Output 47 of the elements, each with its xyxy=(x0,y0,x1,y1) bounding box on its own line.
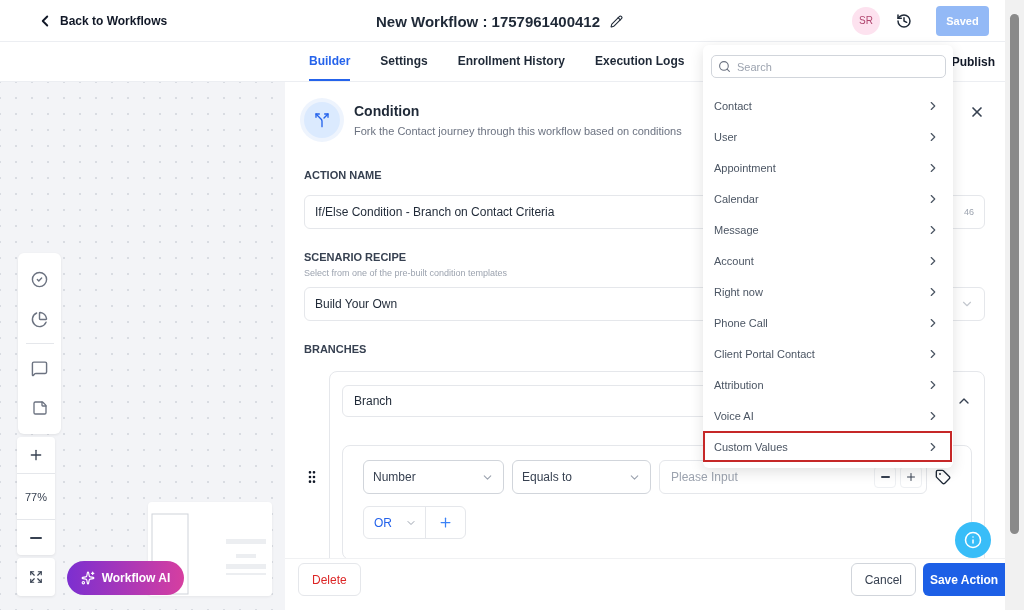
menu-item[interactable]: User xyxy=(703,121,952,152)
scrollbar[interactable] xyxy=(1005,0,1024,610)
fullscreen-button[interactable] xyxy=(17,558,55,596)
delete-button[interactable]: Delete xyxy=(298,563,361,596)
publish-label[interactable]: Publish xyxy=(951,54,995,69)
tab[interactable]: Enrollment History xyxy=(457,42,566,81)
field-label: ACTION NAME xyxy=(304,169,382,181)
tag-icon[interactable] xyxy=(935,469,951,485)
panel-title: Condition xyxy=(354,103,420,119)
panel-subtitle: Fork the Contact journey through this workflow based on conditions xyxy=(354,125,682,137)
workflow-ai-button[interactable]: Workflow AI xyxy=(67,561,184,595)
comment-icon[interactable] xyxy=(31,359,48,377)
workflow-title: New Workflow : 1757961400412 xyxy=(376,12,600,30)
plus-icon xyxy=(438,515,453,530)
sparkles-icon xyxy=(80,571,95,585)
avatar: SR xyxy=(852,6,880,35)
field-label: SCENARIO RECIPE xyxy=(304,251,407,263)
save-button[interactable]: Save Action xyxy=(923,563,1005,596)
menu-item[interactable]: Account xyxy=(703,245,952,276)
decrement-button[interactable] xyxy=(874,466,896,488)
minus-icon xyxy=(880,476,890,478)
tab[interactable]: Execution Logs xyxy=(595,42,685,81)
back-link[interactable]: Back to Workflows xyxy=(36,11,168,30)
field-hint: Select from one of the pre-built condition templates xyxy=(304,268,508,278)
plus-icon xyxy=(28,447,44,463)
menu-item[interactable]: Contact xyxy=(703,90,952,121)
menu-item[interactable]: Custom Values xyxy=(703,431,952,462)
close-icon[interactable] xyxy=(969,104,985,120)
zoom-level: 77% xyxy=(17,473,55,519)
sticky-note-icon[interactable] xyxy=(31,400,48,416)
menu-item[interactable]: Appointment xyxy=(703,152,952,183)
minus-icon xyxy=(30,536,42,539)
info-icon xyxy=(964,531,982,549)
history-icon[interactable] xyxy=(896,12,912,29)
search-icon xyxy=(718,60,731,73)
operator-select[interactable]: Equals to xyxy=(512,460,651,494)
menu-item[interactable]: Client Portal Contact xyxy=(703,338,952,369)
plus-icon xyxy=(905,471,917,483)
edit-icon[interactable] xyxy=(610,14,623,28)
tab[interactable]: Settings xyxy=(380,42,428,81)
check-circle-icon[interactable] xyxy=(31,270,48,288)
field-select[interactable]: Number xyxy=(363,460,504,494)
cancel-button[interactable]: Cancel xyxy=(850,563,916,596)
branch-icon xyxy=(314,112,330,128)
field-label: BRANCHES xyxy=(304,343,367,355)
expand-icon xyxy=(29,570,43,584)
pie-chart-icon[interactable] xyxy=(31,310,48,328)
